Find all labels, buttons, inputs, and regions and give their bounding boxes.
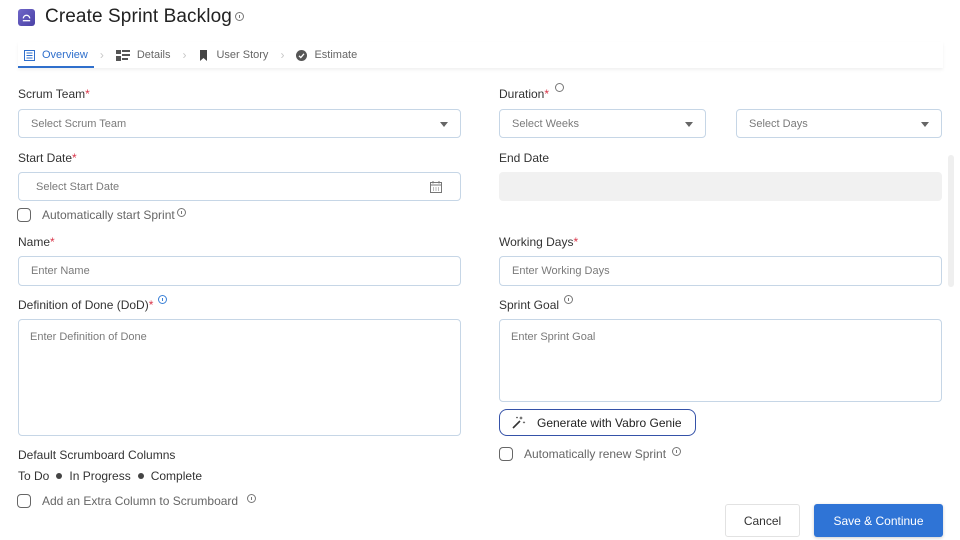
calendar-icon[interactable] [430,180,442,193]
tab-estimate[interactable]: Estimate [290,42,363,68]
chevron-down-icon [685,121,693,127]
name-input[interactable]: Enter Name [18,256,461,286]
sprint-goal-label: Sprint Goal [499,295,574,312]
column-item: In Progress [69,469,131,483]
bookmark-icon [200,49,208,61]
column-item: To Do [18,469,50,483]
tab-user-story[interactable]: User Story [192,42,274,68]
info-icon[interactable] [672,447,682,456]
tab-label: Details [136,49,171,61]
generate-with-genie-button[interactable]: Generate with Vabro Genie [499,409,696,436]
chevron-down-icon [921,121,929,127]
duration-label: Duration* [499,83,565,101]
page-header: Create Sprint Backlog [18,6,244,28]
name-label: Name* [18,235,55,249]
scrumboard-columns-list: To Do In Progress Complete [18,469,202,483]
chevron-right-icon: › [280,48,285,62]
tab-overview[interactable]: Overview [18,42,94,68]
tab-label: User Story [216,49,269,61]
chevron-right-icon: › [182,48,187,62]
cancel-button[interactable]: Cancel [725,504,800,537]
info-icon[interactable] [234,11,244,21]
list-icon [24,49,35,61]
bullet-dot [56,473,63,479]
dod-label: Definition of Done (DoD)* [18,295,168,312]
tab-label: Overview [42,49,88,61]
chevron-down-icon [440,121,448,127]
info-icon[interactable] [555,83,565,92]
working-days-label: Working Days* [499,235,579,249]
column-item: Complete [150,469,203,483]
scrumboard-columns-label: Default Scrumboard Columns [18,448,176,462]
working-days-input[interactable]: Enter Working Days [499,256,942,286]
info-icon[interactable] [176,208,186,217]
bullet-dot [137,473,144,479]
sprint-goal-textarea[interactable]: Enter Sprint Goal [499,319,942,402]
scrum-team-select[interactable]: Select Scrum Team [18,109,461,138]
days-select[interactable]: Select Days [736,109,942,138]
info-icon[interactable] [158,295,168,304]
tab-label: Estimate [314,49,358,61]
weeks-select[interactable]: Select Weeks [499,109,706,138]
tab-details[interactable]: Details [110,42,177,68]
info-icon[interactable] [247,494,257,503]
chevron-right-icon: › [99,48,104,62]
info-icon[interactable] [564,295,574,304]
auto-start-sprint-checkbox[interactable] [17,208,31,222]
check-circle-icon [296,49,308,61]
extra-column-row: Add an Extra Column to Scrumboard [17,494,257,508]
wizard-tabs: Overview › Details › User Story › Estima… [18,42,943,68]
start-date-input[interactable]: Select Start Date [18,172,461,201]
scrum-team-label: Scrum Team* [18,87,90,101]
magic-wand-icon [512,416,526,429]
auto-renew-sprint-checkbox[interactable] [499,447,513,461]
end-date-label: End Date [499,151,550,165]
scrollbar[interactable] [948,155,954,287]
end-date-input [499,172,942,201]
dod-textarea[interactable]: Enter Definition of Done [18,319,461,436]
save-continue-button[interactable]: Save & Continue [814,504,943,537]
start-date-label: Start Date* [18,151,77,165]
sprint-backlog-icon [18,8,35,26]
details-icon [115,49,130,61]
extra-column-checkbox[interactable] [17,494,31,508]
auto-renew-sprint-row: Automatically renew Sprint [499,447,682,461]
page-title: Create Sprint Backlog [45,6,232,27]
auto-start-sprint-row: Automatically start Sprint [17,208,186,222]
